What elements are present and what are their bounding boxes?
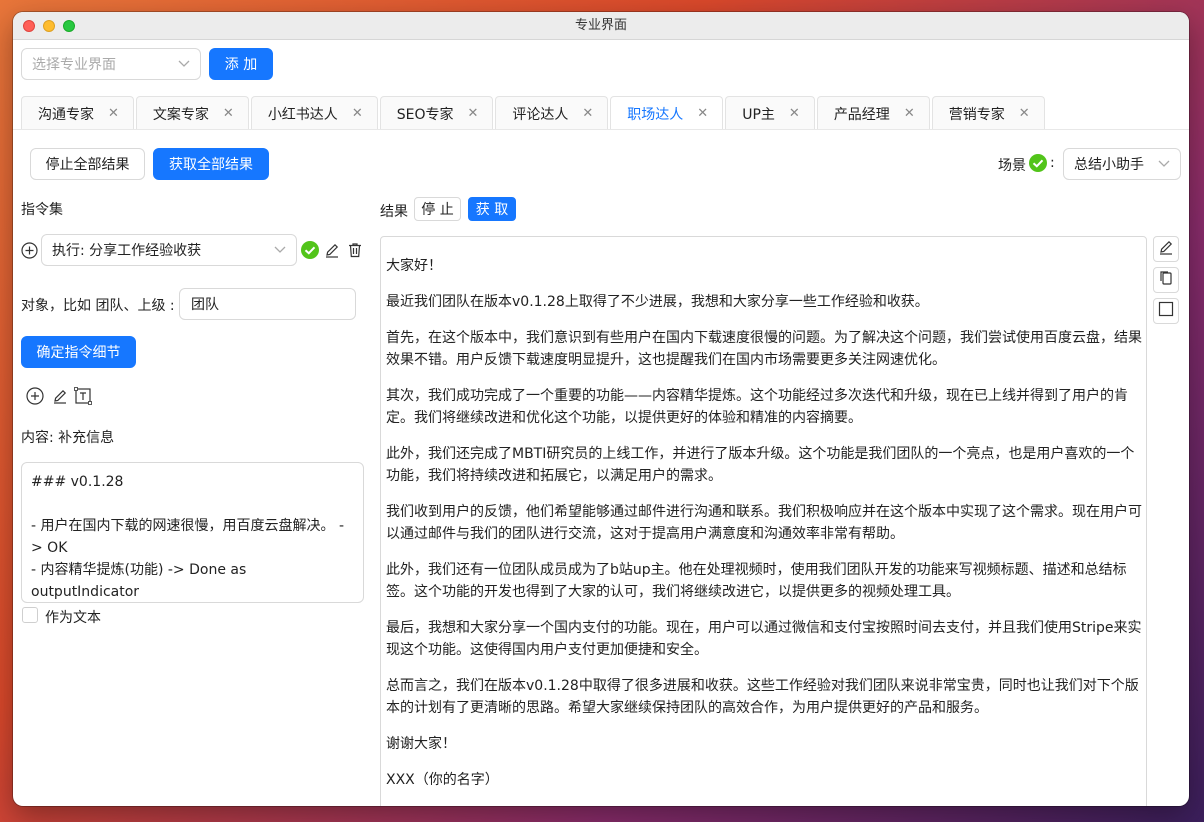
- chevron-down-icon: [274, 244, 286, 257]
- content-line: - 用户在国内下载的网速很慢，用百度云盘解决。 -: [31, 518, 345, 534]
- add-circle-icon[interactable]: [19, 240, 39, 260]
- edit-icon: [1158, 239, 1174, 259]
- tab-label: 小红书达人: [267, 106, 338, 123]
- content-line: ### v0.1.28: [31, 474, 124, 490]
- add-circle-icon[interactable]: [25, 386, 45, 406]
- edit-icon[interactable]: [50, 386, 70, 406]
- result-paragraph: 首先，在这个版本中，我们意识到有些用户在国内下载速度很慢的问题。为了解决这个问题…: [386, 330, 1142, 368]
- tab-6[interactable]: UP主 ✕: [725, 96, 815, 130]
- scene-label: 场景: [998, 158, 1026, 174]
- stop-all-button[interactable]: 停止全部结果: [30, 148, 145, 180]
- result-paragraph: 最后，我想和大家分享一个国内支付的功能。现在，用户可以通过微信和支付宝按照时间去…: [386, 620, 1142, 658]
- text-box-icon[interactable]: [73, 386, 93, 406]
- tab-1[interactable]: 文案专家 ✕: [135, 96, 249, 130]
- square-icon: [1158, 301, 1174, 321]
- close-tab-icon[interactable]: ✕: [582, 106, 593, 121]
- result-paragraph: 我们收到用户的反馈，他们希望能够通过邮件进行沟通和联系。我们积极响应并在这个版本…: [386, 504, 1142, 542]
- content-line: [31, 493, 354, 515]
- tab-label: 沟通专家: [38, 106, 94, 123]
- tab-label: 职场达人: [627, 106, 684, 123]
- close-tab-icon[interactable]: ✕: [789, 106, 800, 121]
- close-tab-icon[interactable]: ✕: [1019, 106, 1030, 121]
- close-tab-icon[interactable]: ✕: [223, 106, 234, 121]
- profession-select[interactable]: 选择专业界面: [21, 48, 201, 80]
- result-paragraph: 此外，我们还有一位团队成员成为了b站up主。他在处理视频时，使用我们团队开发的功…: [386, 562, 1127, 600]
- result-paragraph: 总而言之，我们在版本v0.1.28中取得了很多进展和收获。这些工作经验对我们团队…: [386, 678, 1139, 716]
- scene-select[interactable]: 总结小助手: [1063, 148, 1181, 180]
- instruction-set-title: 指令集: [21, 202, 63, 218]
- chevron-down-icon: [178, 58, 190, 71]
- tab-label: 文案专家: [152, 106, 209, 123]
- target-label: 对象，比如 团队、上级 :: [21, 298, 175, 314]
- result-paragraph: 谢谢大家！: [386, 736, 456, 752]
- copy-icon: [1158, 270, 1174, 290]
- window-controls: [23, 20, 75, 32]
- tab-5[interactable]: 职场达人 ✕: [610, 96, 724, 130]
- profession-select-placeholder: 选择专业界面: [32, 57, 116, 73]
- close-tab-icon[interactable]: ✕: [467, 106, 478, 121]
- content-line: - 内容精华提炼(功能) -> Done as outputIndicator: [31, 562, 251, 600]
- command-select-value: 执行: 分享工作经验收获: [52, 243, 202, 259]
- result-panel: 大家好！ 最近我们团队在版本v0.1.28上取得了不少进展，我想和大家分享一些工作…: [380, 236, 1147, 806]
- content-label: 内容: 补充信息: [21, 430, 115, 446]
- tab-label: 营销专家: [948, 106, 1005, 123]
- close-tab-icon[interactable]: ✕: [108, 106, 119, 121]
- get-all-button[interactable]: 获取全部结果: [153, 148, 269, 180]
- expand-result-button[interactable]: [1153, 298, 1179, 324]
- content-line: > OK: [31, 540, 68, 556]
- as-text-label: 作为文本: [45, 610, 101, 626]
- tab-7[interactable]: 产品经理 ✕: [816, 96, 930, 130]
- tab-label: 评论达人: [512, 106, 569, 123]
- tab-3[interactable]: SEO专家 ✕: [379, 96, 494, 130]
- tab-4[interactable]: 评论达人 ✕: [495, 96, 609, 130]
- check-circle-icon: [1028, 153, 1048, 173]
- tab-8[interactable]: 营销专家 ✕: [931, 96, 1045, 130]
- result-paragraph: 其次，我们成功完成了一个重要的功能——内容精华提炼。这个功能经过多次迭代和升级，…: [386, 388, 1128, 426]
- result-paragraph: 最近我们团队在版本v0.1.28上取得了不少进展，我想和大家分享一些工作经验和收…: [386, 294, 929, 310]
- add-button[interactable]: 添 加: [209, 48, 273, 80]
- minimize-window-button[interactable]: [43, 20, 55, 32]
- tab-label: 产品经理: [833, 106, 890, 123]
- copy-result-button[interactable]: [1153, 267, 1179, 293]
- titlebar: 专业界面: [13, 12, 1189, 40]
- close-tab-icon[interactable]: ✕: [904, 106, 915, 121]
- tab-0[interactable]: 沟通专家 ✕: [21, 96, 134, 130]
- result-paragraph: XXX（你的名字）: [386, 772, 499, 788]
- profession-tabs: 沟通专家 ✕ 文案专家 ✕ 小红书达人 ✕ SEO专家 ✕ 评论达人 ✕ 职场达人 ✕ UP主 ✕ 产品经理…: [21, 96, 1047, 130]
- result-label: 结果: [380, 204, 408, 220]
- content-textarea[interactable]: ### v0.1.28 - 用户在国内下载的网速很慢，用百度云盘解决。 - > OK…: [21, 462, 364, 603]
- tab-2[interactable]: 小红书达人 ✕: [250, 96, 378, 130]
- check-circle-icon: [300, 240, 320, 260]
- target-input[interactable]: 团队: [179, 288, 356, 320]
- window-title: 专业界面: [574, 18, 627, 33]
- scene-colon: :: [1050, 155, 1055, 171]
- tab-label: SEO专家: [396, 106, 454, 123]
- get-button[interactable]: 获 取: [468, 197, 516, 221]
- target-input-value: 团队: [191, 297, 219, 313]
- scene-select-value: 总结小助手: [1074, 157, 1144, 173]
- chevron-down-icon: [1158, 158, 1170, 171]
- edit-icon[interactable]: [322, 240, 342, 260]
- close-tab-icon[interactable]: ✕: [697, 106, 708, 121]
- tabs-divider: [13, 129, 1189, 130]
- confirm-instruction-button[interactable]: 确定指令细节: [21, 336, 136, 368]
- close-tab-icon[interactable]: ✕: [352, 106, 363, 121]
- edit-result-button[interactable]: [1153, 236, 1179, 262]
- tab-label: UP主: [742, 106, 775, 123]
- result-paragraph: 大家好！: [386, 258, 442, 274]
- app-window: 专业界面 选择专业界面 添 加 沟通专家 ✕ 文案专家 ✕ 小红书达人 ✕ SEO专家 ✕ 评论…: [13, 12, 1189, 806]
- maximize-window-button[interactable]: [63, 20, 75, 32]
- close-window-button[interactable]: [23, 20, 35, 32]
- command-select[interactable]: 执行: 分享工作经验收获: [41, 234, 297, 266]
- result-paragraph: 此外，我们还完成了MBTI研究员的上线工作，并进行了版本升级。这个功能是我们团队…: [386, 446, 1135, 484]
- stop-button[interactable]: 停 止: [414, 197, 461, 221]
- delete-icon[interactable]: [345, 240, 365, 260]
- as-text-checkbox[interactable]: [22, 607, 38, 623]
